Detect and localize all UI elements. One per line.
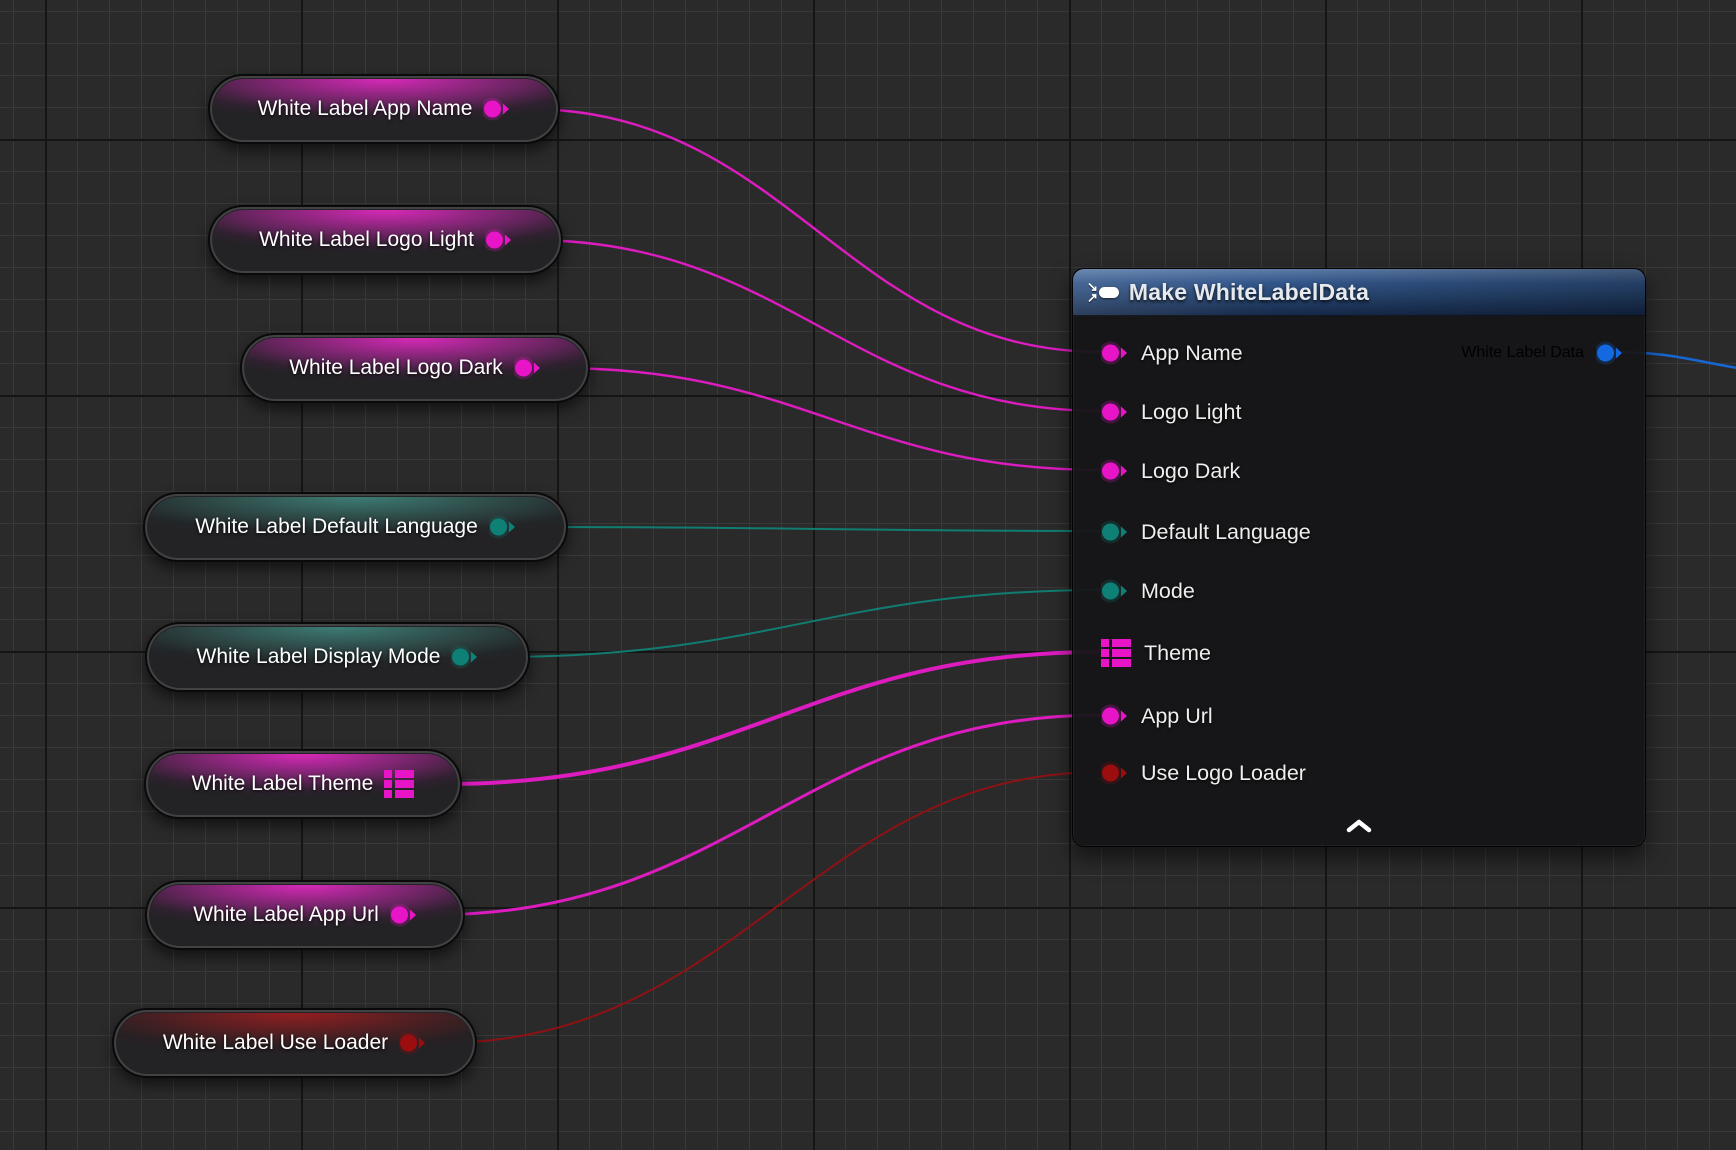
- getter-label: White Label Theme: [192, 772, 374, 796]
- getter-node-white-label-display-mode[interactable]: White Label Display Mode: [145, 622, 530, 692]
- node-header[interactable]: ↘↗ Make WhiteLabelData: [1073, 269, 1645, 316]
- output-pin-bool[interactable]: [399, 1031, 426, 1055]
- getter-node-white-label-default-language[interactable]: White Label Default Language: [143, 492, 568, 562]
- input-row-mode: Mode: [1101, 573, 1195, 609]
- output-pin-string[interactable]: [485, 228, 512, 252]
- getter-node-white-label-app-url[interactable]: White Label App Url: [145, 880, 465, 950]
- input-row-logo-dark: Logo Dark: [1101, 453, 1240, 489]
- arrow-in-up-icon: ↗: [1087, 292, 1098, 303]
- input-row-app-url: App Url: [1101, 698, 1213, 734]
- output-pin-struct-icon[interactable]: [384, 770, 414, 798]
- collapse-node-button[interactable]: [1336, 815, 1382, 840]
- getter-label: White Label Logo Light: [259, 228, 474, 252]
- input-pin-string[interactable]: [1101, 341, 1128, 365]
- output-row-white-label-data: White Label Data: [1461, 335, 1623, 371]
- blueprint-graph-canvas[interactable]: White Label App Name White Label Logo Li…: [0, 0, 1736, 1150]
- input-pin-string[interactable]: [1101, 704, 1128, 728]
- pin-label: Use Logo Loader: [1141, 761, 1306, 786]
- output-pin-enum[interactable]: [451, 645, 478, 669]
- struct-pill-icon: [1099, 287, 1119, 298]
- make-whitelabeldata-node[interactable]: ↘↗ Make WhiteLabelData App Name Logo Lig…: [1072, 268, 1646, 847]
- output-pin-enum[interactable]: [489, 515, 516, 539]
- pin-label: App Url: [1141, 704, 1213, 729]
- output-pin-struct[interactable]: [1596, 341, 1623, 365]
- input-pin-string[interactable]: [1101, 400, 1128, 424]
- input-pin-bool[interactable]: [1101, 761, 1128, 785]
- input-row-default-language: Default Language: [1101, 514, 1311, 550]
- pin-label: Default Language: [1141, 520, 1311, 545]
- chevron-up-icon: [1346, 819, 1372, 833]
- wire-display-mode[interactable]: [497, 590, 1103, 657]
- node-title: Make WhiteLabelData: [1129, 279, 1369, 306]
- input-row-use-logo-loader: Use Logo Loader: [1101, 755, 1306, 791]
- pin-label: Mode: [1141, 579, 1195, 604]
- make-struct-icon: ↘↗: [1087, 281, 1119, 303]
- getter-label: White Label Display Mode: [197, 645, 441, 669]
- input-pin-string[interactable]: [1101, 459, 1128, 483]
- getter-label: White Label App Name: [258, 97, 473, 121]
- input-row-theme: Theme: [1101, 635, 1211, 671]
- getter-node-white-label-app-name[interactable]: White Label App Name: [208, 74, 560, 144]
- pin-label: Logo Light: [1141, 400, 1241, 425]
- wire-app-name[interactable]: [527, 109, 1103, 352]
- getter-node-white-label-use-loader[interactable]: White Label Use Loader: [112, 1008, 477, 1078]
- pin-label: App Name: [1141, 341, 1243, 366]
- wire-app-url[interactable]: [430, 715, 1103, 915]
- getter-node-white-label-logo-light[interactable]: White Label Logo Light: [208, 205, 563, 275]
- pin-label: Theme: [1144, 641, 1211, 666]
- pin-label: Logo Dark: [1141, 459, 1240, 484]
- getter-label: White Label App Url: [193, 903, 379, 927]
- wire-logo-dark[interactable]: [557, 368, 1103, 470]
- output-pin-string[interactable]: [390, 903, 417, 927]
- wire-logo-light[interactable]: [530, 240, 1103, 411]
- input-row-logo-light: Logo Light: [1101, 394, 1241, 430]
- getter-node-white-label-theme[interactable]: White Label Theme: [144, 749, 462, 819]
- input-row-app-name: App Name: [1101, 335, 1243, 371]
- input-pin-enum[interactable]: [1101, 579, 1128, 603]
- input-pin-struct-icon[interactable]: [1101, 639, 1131, 667]
- getter-label: White Label Default Language: [195, 515, 478, 539]
- wire-default-language[interactable]: [537, 527, 1103, 531]
- getter-label: White Label Use Loader: [163, 1031, 388, 1055]
- pin-label: White Label Data: [1461, 344, 1584, 362]
- output-pin-string[interactable]: [483, 97, 510, 121]
- input-pin-enum[interactable]: [1101, 520, 1128, 544]
- wire-theme[interactable]: [444, 652, 1099, 784]
- getter-label: White Label Logo Dark: [289, 356, 503, 380]
- getter-node-white-label-logo-dark[interactable]: White Label Logo Dark: [240, 333, 590, 403]
- output-pin-string[interactable]: [514, 356, 541, 380]
